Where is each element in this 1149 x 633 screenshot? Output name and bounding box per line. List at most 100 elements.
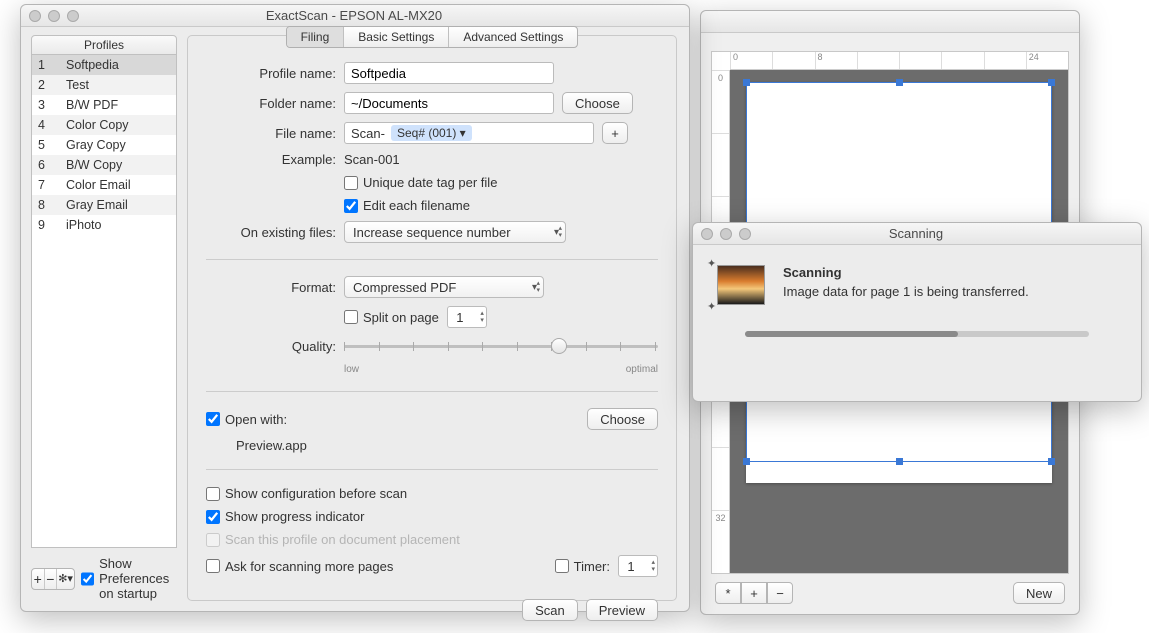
quality-slider[interactable]: [344, 336, 658, 356]
profile-index: 4: [38, 118, 66, 132]
scanning-titlebar[interactable]: Scanning: [693, 223, 1141, 245]
profile-row[interactable]: 3B/W PDF: [32, 95, 176, 115]
main-window: ExactScan - EPSON AL-MX20 Profiles 1Soft…: [20, 4, 690, 612]
profile-index: 2: [38, 78, 66, 92]
handle-s[interactable]: [896, 458, 903, 465]
slider-thumb[interactable]: [551, 338, 567, 354]
add-token-button[interactable]: +: [602, 122, 628, 144]
file-name-input[interactable]: Scan- Seq# (001) ▾: [344, 122, 594, 144]
ruler-horizontal: 0824: [730, 52, 1068, 70]
split-on-page-checkbox[interactable]: Split on page: [344, 310, 439, 325]
profile-name-input[interactable]: [344, 62, 554, 84]
handle-ne[interactable]: [1048, 79, 1055, 86]
tab-filing[interactable]: Filing: [287, 27, 345, 47]
show-prefs-checkbox[interactable]: Show Preferences on startup: [81, 556, 177, 601]
profile-row[interactable]: 5Gray Copy: [32, 135, 176, 155]
close-icon[interactable]: [701, 228, 713, 240]
scan-thumbnail: [717, 265, 765, 305]
profile-name: Test: [66, 78, 89, 92]
profiles-header: Profiles: [31, 35, 177, 55]
file-name-label: File name:: [206, 126, 336, 141]
profile-index: 8: [38, 198, 66, 212]
profile-name: iPhoto: [66, 218, 101, 232]
window-title: ExactScan - EPSON AL-MX20: [79, 8, 629, 23]
profile-name: Softpedia: [66, 58, 119, 72]
choose-app-button[interactable]: Choose: [587, 408, 658, 430]
minimize-icon[interactable]: [48, 10, 60, 22]
slider-optimal-label: optimal: [626, 364, 658, 375]
profile-row[interactable]: 9iPhoto: [32, 215, 176, 235]
progress-bar: [745, 331, 1089, 337]
profile-row[interactable]: 2Test: [32, 75, 176, 95]
preview-button[interactable]: Preview: [586, 599, 658, 621]
quality-label: Quality:: [206, 339, 336, 354]
folder-name-input[interactable]: [344, 92, 554, 114]
profile-name-label: Profile name:: [206, 66, 336, 81]
profile-index: 6: [38, 158, 66, 172]
handle-n[interactable]: [896, 79, 903, 86]
edit-each-checkbox[interactable]: Edit each filename: [344, 198, 470, 213]
on-existing-label: On existing files:: [206, 225, 336, 240]
show-prefs-label: Show Preferences on startup: [99, 556, 177, 601]
format-select[interactable]: Compressed PDF ▴▾: [344, 276, 544, 298]
unique-date-checkbox[interactable]: Unique date tag per file: [344, 175, 497, 190]
ask-more-checkbox[interactable]: Ask for scanning more pages: [206, 559, 393, 574]
handle-sw[interactable]: [743, 458, 750, 465]
profile-index: 7: [38, 178, 66, 192]
new-button[interactable]: New: [1013, 582, 1065, 604]
scan-on-placement-checkbox: Scan this profile on document placement: [206, 532, 460, 547]
timer-checkbox[interactable]: Timer:: [555, 559, 610, 574]
folder-name-label: Folder name:: [206, 96, 336, 111]
profile-index: 3: [38, 98, 66, 112]
show-config-checkbox[interactable]: Show configuration before scan: [206, 486, 407, 501]
zoom-out-button[interactable]: −: [767, 582, 793, 604]
profile-name: Gray Email: [66, 198, 128, 212]
profile-index: 9: [38, 218, 66, 232]
preview-titlebar: [701, 11, 1079, 33]
format-label: Format:: [206, 280, 336, 295]
scanning-message: Image data for page 1 is being transferr…: [783, 284, 1029, 299]
show-progress-checkbox[interactable]: Show progress indicator: [206, 509, 364, 524]
show-prefs-input[interactable]: [81, 572, 94, 586]
remove-profile-button[interactable]: −: [45, 569, 58, 589]
scan-button[interactable]: Scan: [522, 599, 578, 621]
scanning-dialog: Scanning ✦ ✦ Scanning Image data for pag…: [692, 222, 1142, 402]
profile-row[interactable]: 8Gray Email: [32, 195, 176, 215]
tab-advanced-settings[interactable]: Advanced Settings: [449, 27, 577, 47]
profile-name: Color Email: [66, 178, 131, 192]
profile-name: Color Copy: [66, 118, 129, 132]
file-prefix: Scan-: [351, 126, 385, 141]
minimize-icon[interactable]: [720, 228, 732, 240]
profile-actions-button[interactable]: ✻▾: [57, 569, 74, 589]
sequence-token[interactable]: Seq# (001) ▾: [391, 125, 472, 141]
progress-fill: [745, 331, 958, 337]
profiles-list[interactable]: 1Softpedia2Test3B/W PDF4Color Copy5Gray …: [31, 55, 177, 548]
sparkle-icon: ✦: [707, 300, 716, 313]
scanning-heading: Scanning: [783, 265, 1029, 280]
handle-nw[interactable]: [743, 79, 750, 86]
profile-index: 5: [38, 138, 66, 152]
profile-row[interactable]: 7Color Email: [32, 175, 176, 195]
main-titlebar[interactable]: ExactScan - EPSON AL-MX20: [21, 5, 689, 27]
close-icon[interactable]: [29, 10, 41, 22]
example-label: Example:: [206, 152, 336, 167]
zoom-icon[interactable]: [739, 228, 751, 240]
sparkle-icon: ✦: [707, 257, 716, 270]
zoom-in-button[interactable]: +: [741, 582, 767, 604]
profile-row[interactable]: 4Color Copy: [32, 115, 176, 135]
profile-name: Gray Copy: [66, 138, 126, 152]
on-existing-select[interactable]: Increase sequence number ▴▾: [344, 221, 566, 243]
zoom-icon[interactable]: [67, 10, 79, 22]
handle-se[interactable]: [1048, 458, 1055, 465]
profile-row[interactable]: 1Softpedia: [32, 55, 176, 75]
zoom-fit-button[interactable]: *: [715, 582, 741, 604]
choose-folder-button[interactable]: Choose: [562, 92, 633, 114]
open-with-checkbox[interactable]: Open with:: [206, 412, 287, 427]
tab-basic-settings[interactable]: Basic Settings: [344, 27, 449, 47]
example-value: Scan-001: [344, 152, 400, 167]
timer-stepper[interactable]: 1▴▾: [618, 555, 658, 577]
add-profile-button[interactable]: +: [32, 569, 45, 589]
split-page-stepper[interactable]: 1▴▾: [447, 306, 487, 328]
profile-name: B/W Copy: [66, 158, 122, 172]
profile-row[interactable]: 6B/W Copy: [32, 155, 176, 175]
